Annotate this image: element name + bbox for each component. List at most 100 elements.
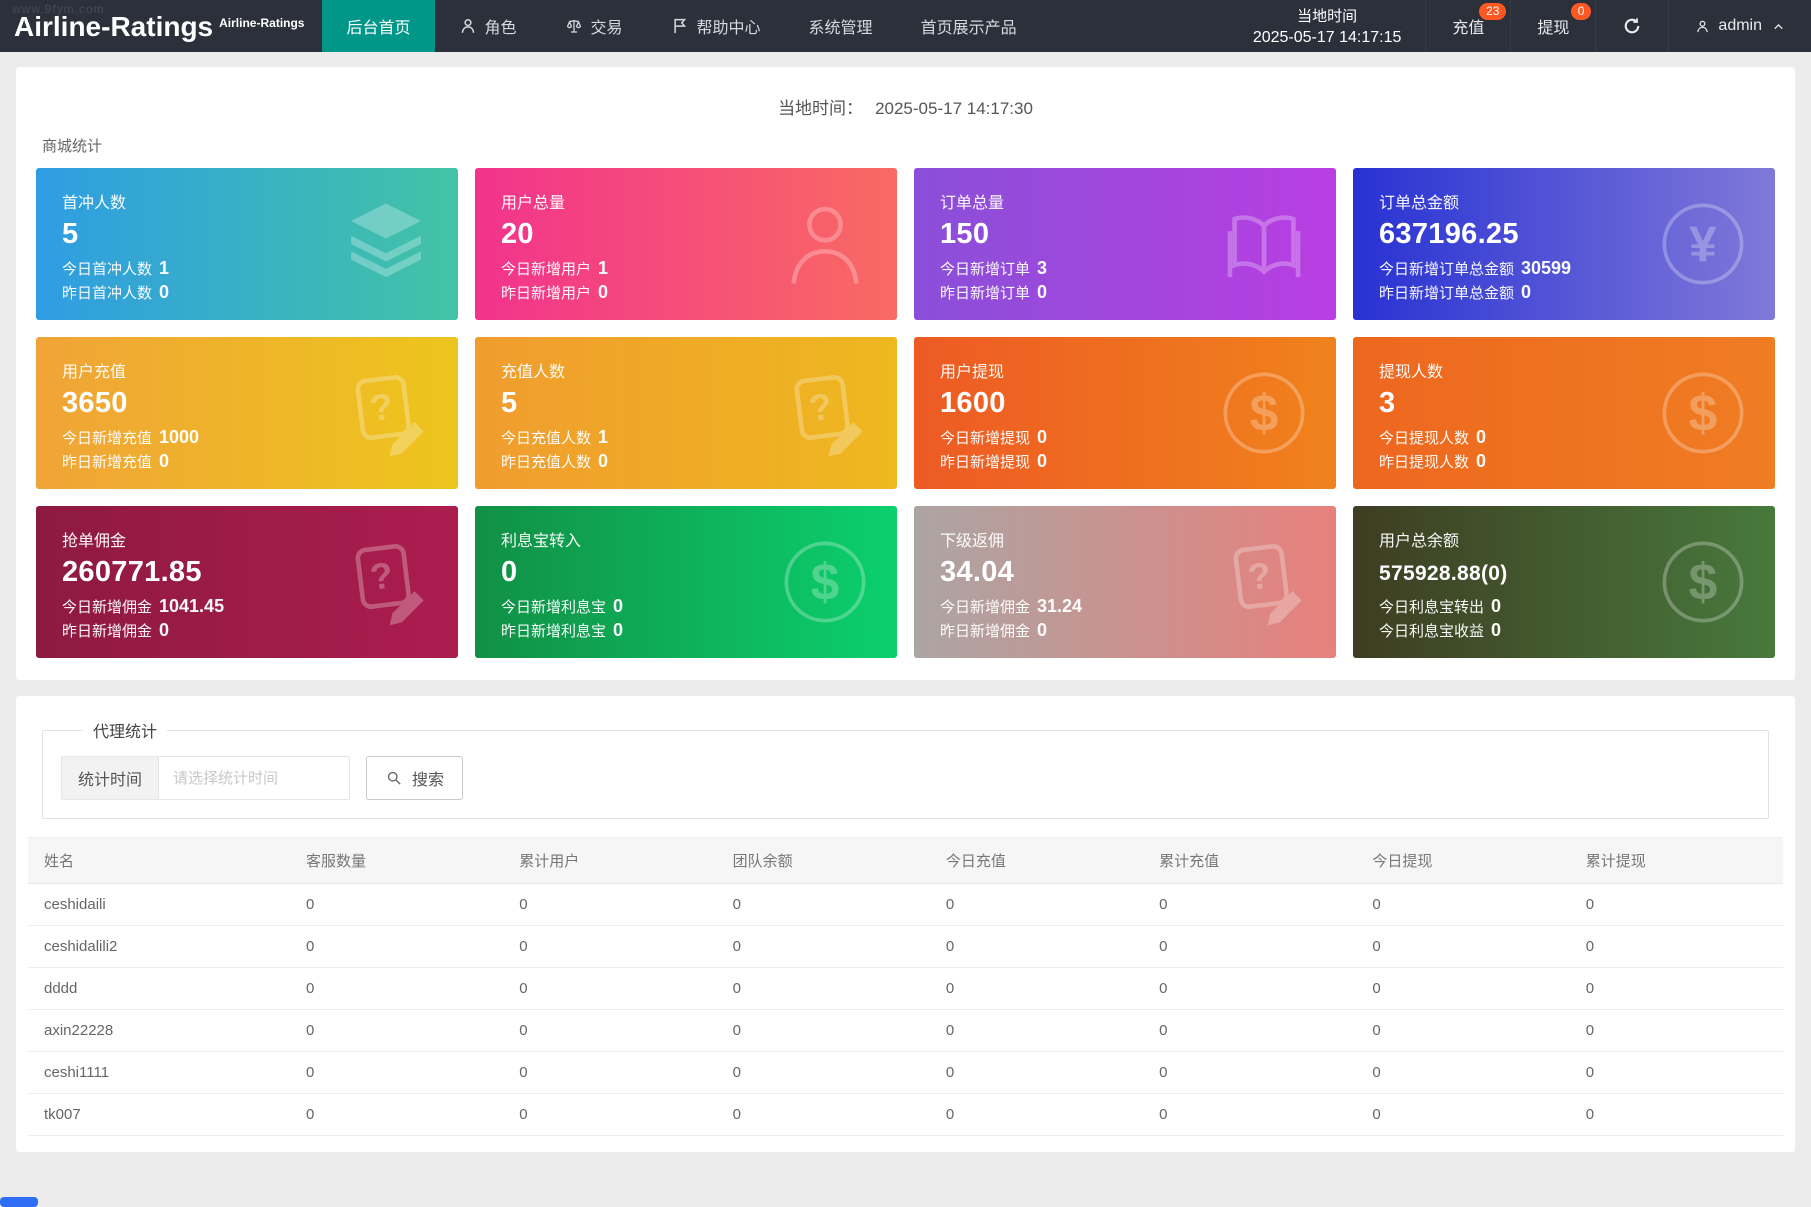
card-line-value: 0 (1491, 620, 1501, 640)
stat-card-total-orders: 订单总量150今日新增订单3昨日新增订单0 (914, 168, 1336, 320)
chevron-up-icon (1772, 20, 1785, 33)
column-header: 累计充值 (1143, 838, 1356, 884)
value-cell: 0 (1143, 1010, 1356, 1052)
value-cell: 0 (930, 1052, 1143, 1094)
menu-item-home[interactable]: 后台首页 (322, 0, 434, 52)
svg-text:?: ? (368, 554, 395, 597)
value-cell: 0 (1143, 926, 1356, 968)
card-line-label: 今日首冲人数 (62, 261, 152, 278)
top-navbar: Airline-Ratings Airline-Ratings 后台首页角色交易… (0, 0, 1811, 52)
contract-icon: ? (779, 367, 871, 459)
dollar-icon: $ (1657, 536, 1749, 628)
stat-card-recharge-users: 充值人数5今日充值人数1昨日充值人数0? (475, 337, 897, 489)
card-line-value: 0 (1037, 282, 1047, 302)
agent-name-cell: ceshidalili2 (28, 926, 290, 968)
stats-time-group: 统计时间 (61, 756, 350, 800)
card-line-value: 1041.45 (159, 596, 224, 616)
agent-stats-fieldset: 代理统计 统计时间 搜索 (42, 718, 1769, 819)
value-cell: 0 (1570, 1052, 1783, 1094)
search-button[interactable]: 搜索 (366, 756, 463, 800)
menu-item-role[interactable]: 角色 (435, 0, 541, 52)
content-local-time-value: 2025-05-17 14:17:30 (875, 99, 1033, 118)
dollar-icon: $ (1657, 367, 1749, 459)
person-icon (459, 17, 477, 35)
agent-table-body: ceshidaili0000000ceshidalili20000000dddd… (28, 884, 1783, 1136)
stat-card-user-withdraw: 用户提现1600今日新增提现0昨日新增提现0$ (914, 337, 1336, 489)
svg-text:?: ? (807, 385, 834, 428)
card-line-label: 今日利息宝转出 (1379, 599, 1484, 616)
agent-name-cell: tk007 (28, 1094, 290, 1136)
menu-item-label: 帮助中心 (697, 14, 761, 38)
value-cell: 0 (290, 1094, 503, 1136)
stats-time-input[interactable] (159, 757, 349, 799)
card-line-value: 0 (598, 282, 608, 302)
card-line-value: 30599 (1521, 258, 1571, 278)
card-line-label: 昨日新增佣金 (940, 623, 1030, 640)
agent-table: 姓名客服数量累计用户团队余额今日充值累计充值今日提现累计提现 ceshidail… (28, 837, 1783, 1136)
menu-item-help-center[interactable]: 帮助中心 (647, 0, 785, 52)
recharge-label: 充值 (1452, 14, 1484, 38)
contract-icon: ? (340, 367, 432, 459)
mall-stats-panel: 当地时间：2025-05-17 14:17:30 商城统计 首冲人数5今日首冲人… (16, 67, 1795, 680)
value-cell: 0 (930, 968, 1143, 1010)
app-logo-sup: Airline-Ratings (219, 16, 304, 30)
column-header: 客服数量 (290, 838, 503, 884)
table-row: ceshidalili20000000 (28, 926, 1783, 968)
card-line-label: 今日新增提现 (940, 430, 1030, 447)
value-cell: 0 (1356, 884, 1569, 926)
page-content: 当地时间：2025-05-17 14:17:30 商城统计 首冲人数5今日首冲人… (0, 52, 1811, 1167)
menu-item-home-products[interactable]: 首页展示产品 (897, 0, 1041, 52)
recharge-badge: 23 (1479, 3, 1506, 20)
value-cell: 0 (1356, 968, 1569, 1010)
layers-icon (340, 198, 432, 290)
agent-stats-panel: 代理统计 统计时间 搜索 姓名客服数量累计用户团队余额今日充值累计充值今日提现累… (16, 696, 1795, 1152)
value-cell: 0 (930, 884, 1143, 926)
card-line-value: 0 (1037, 620, 1047, 640)
withdraw-label: 提现 (1537, 14, 1569, 38)
user-menu[interactable]: admin (1668, 0, 1811, 52)
refresh-button[interactable] (1595, 0, 1668, 52)
card-line-label: 昨日充值人数 (501, 454, 591, 471)
card-line-value: 0 (1491, 596, 1501, 616)
stat-card-first-recharge-users: 首冲人数5今日首冲人数1昨日首冲人数0 (36, 168, 458, 320)
card-line-label: 今日新增佣金 (62, 599, 152, 616)
value-cell: 0 (1570, 926, 1783, 968)
value-cell: 0 (1143, 1052, 1356, 1094)
value-cell: 0 (503, 926, 716, 968)
card-line-value: 0 (1476, 427, 1486, 447)
content-local-time-label: 当地时间： (778, 99, 863, 118)
horizontal-scrollbar-thumb[interactable] (0, 1197, 38, 1207)
card-line-value: 0 (159, 620, 169, 640)
menu-item-label: 首页展示产品 (921, 14, 1017, 38)
card-line-label: 今日新增订单 (940, 261, 1030, 278)
value-cell: 0 (290, 1010, 503, 1052)
book-icon (1218, 198, 1310, 290)
card-line-label: 昨日新增订单总金额 (1379, 285, 1514, 302)
recharge-button[interactable]: 充值 23 (1425, 0, 1510, 52)
card-line-label: 今日新增利息宝 (501, 599, 606, 616)
navbar-right: 当地时间 2025-05-17 14:17:15 充值 23 提现 0 admi… (1229, 0, 1811, 52)
menu-item-label: 交易 (591, 14, 623, 38)
value-cell: 0 (290, 1052, 503, 1094)
local-time-value: 2025-05-17 14:17:15 (1253, 29, 1402, 47)
value-cell: 0 (290, 926, 503, 968)
search-icon (385, 769, 403, 787)
card-line-value: 0 (1476, 451, 1486, 471)
withdraw-button[interactable]: 提现 0 (1510, 0, 1595, 52)
main-menu: 后台首页角色 交易 帮助中心 系统管理 首页展示产品 (322, 0, 1040, 52)
card-line-value: 1 (598, 258, 608, 278)
menu-item-label: 系统管理 (809, 14, 873, 38)
value-cell: 0 (1570, 884, 1783, 926)
value-cell: 0 (1356, 926, 1569, 968)
menu-item-system-manage[interactable]: 系统管理 (785, 0, 897, 52)
card-line-label: 昨日新增订单 (940, 285, 1030, 302)
menu-item-trade[interactable]: 交易 (541, 0, 647, 52)
value-cell: 0 (1143, 1094, 1356, 1136)
card-line-label: 昨日首冲人数 (62, 285, 152, 302)
value-cell: 0 (1570, 1094, 1783, 1136)
table-row: ceshidaili0000000 (28, 884, 1783, 926)
column-header: 姓名 (28, 838, 290, 884)
flag-icon (671, 17, 689, 35)
agent-name-cell: ceshi1111 (28, 1052, 290, 1094)
value-cell: 0 (1356, 1010, 1569, 1052)
